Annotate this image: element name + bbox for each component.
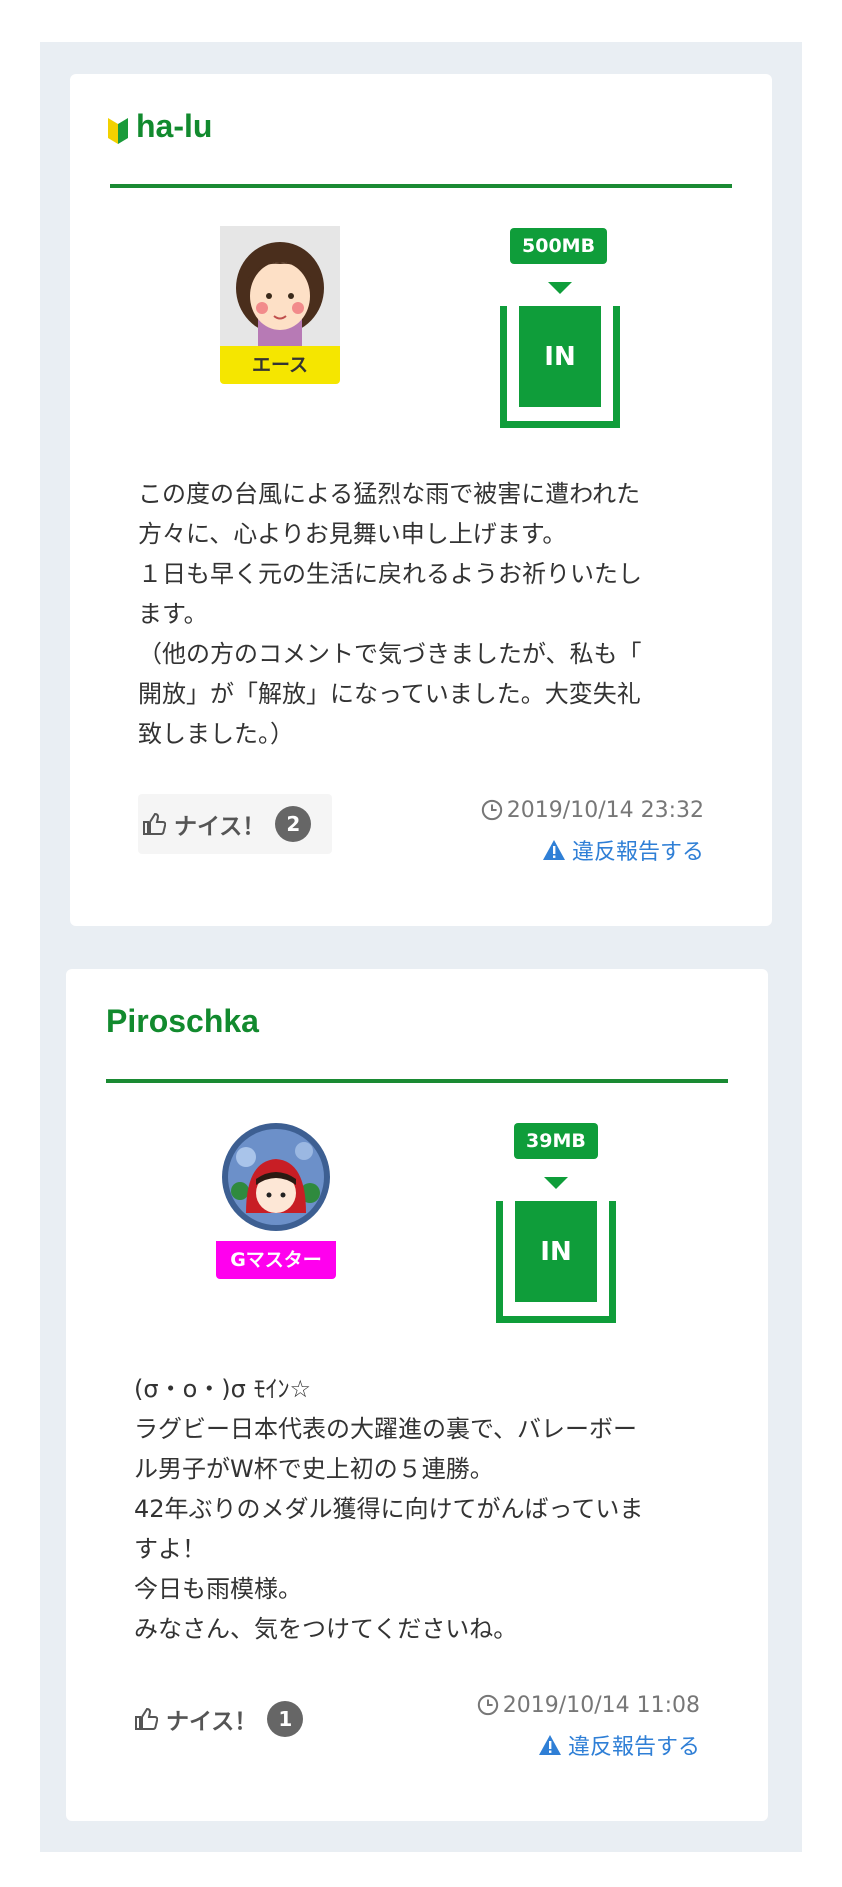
- avatar[interactable]: Gマスター: [216, 1121, 336, 1279]
- divider: [110, 184, 732, 188]
- status-box: IN: [496, 1201, 616, 1323]
- nice-count-badge: 1: [267, 1701, 304, 1737]
- nice-label: ナイス！: [166, 1709, 258, 1735]
- arrow-down-icon: [544, 1177, 568, 1189]
- comment-card: Piroschka Gマスター 39MB IN (σ・o・)σ ﾓｲﾝ☆ ラグビ…: [66, 969, 768, 1821]
- clock-icon: [477, 1694, 498, 1716]
- timestamp: 2019/10/14 23:32: [506, 797, 704, 823]
- timestamp: 2019/10/14 11:08: [502, 1692, 700, 1718]
- status-box: IN: [500, 306, 620, 428]
- nice-label: ナイス！: [174, 814, 266, 840]
- comment-meta: 2019/10/14 23:32 違反報告する: [384, 794, 704, 868]
- report-label: 違反報告する: [567, 1735, 700, 1760]
- warning-icon: [538, 1735, 561, 1755]
- report-label: 違反報告する: [571, 840, 704, 865]
- comment-text: この度の台風による猛烈な雨で被害に遭われた 方々に、心よりお見舞い申し上げます。…: [138, 480, 642, 748]
- comment-card: ha-lu エース 500MB IN この度の台風による猛烈な雨で被害に遭われた…: [70, 74, 772, 926]
- comment-panel: Piroschka Gマスター 39MB IN (σ・o・)σ ﾓｲﾝ☆ ラグビ…: [40, 957, 802, 1852]
- rank-badge: エース: [220, 346, 340, 384]
- comment-meta: 2019/10/14 11:08 違反報告する: [380, 1689, 700, 1763]
- nice-count-badge: 2: [275, 806, 312, 842]
- arrow-down-icon: [548, 282, 572, 294]
- username-link[interactable]: Piroschka: [106, 1003, 259, 1040]
- report-link[interactable]: 違反報告する: [380, 1727, 700, 1763]
- comment-text: (σ・o・)σ ﾓｲﾝ☆ ラグビー日本代表の大躍進の裏で、バレーボー ル男子がW…: [134, 1375, 644, 1643]
- report-link[interactable]: 違反報告する: [384, 832, 704, 868]
- red-hood-avatar-icon: [216, 1121, 336, 1241]
- username-link[interactable]: ha-lu: [136, 108, 212, 145]
- beginner-mark-icon: [108, 118, 128, 144]
- divider: [106, 1079, 728, 1083]
- comment-panel: ha-lu エース 500MB IN この度の台風による猛烈な雨で被害に遭われた…: [40, 42, 802, 957]
- data-amount-badge: 39MB: [514, 1123, 598, 1159]
- rank-badge: Gマスター: [216, 1241, 336, 1279]
- status-label: IN: [519, 306, 601, 407]
- woman-avatar-icon: [220, 226, 340, 346]
- warning-icon: [542, 840, 565, 860]
- nice-button[interactable]: ナイス！ 2: [138, 794, 332, 854]
- thumbs-up-icon: [135, 1707, 158, 1730]
- status-label: IN: [515, 1201, 597, 1302]
- nice-button[interactable]: ナイス！ 1: [134, 1689, 324, 1749]
- clock-icon: [481, 799, 502, 821]
- thumbs-up-icon: [143, 812, 166, 835]
- data-amount-badge: 500MB: [510, 228, 608, 264]
- avatar[interactable]: エース: [220, 226, 340, 384]
